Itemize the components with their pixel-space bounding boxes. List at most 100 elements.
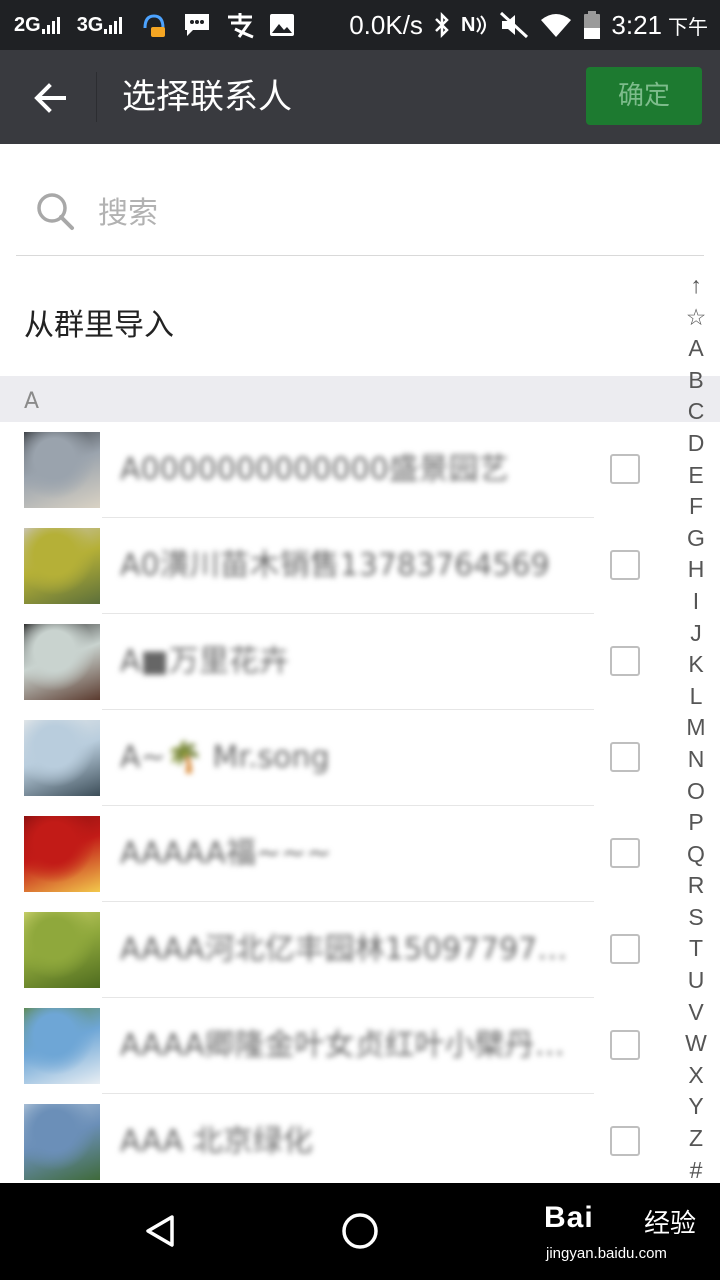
contact-name: AAAAA福~~~ xyxy=(120,836,332,871)
contact-name: A~🌴 Mr.song xyxy=(120,740,330,775)
select-checkbox[interactable] xyxy=(610,454,640,484)
title-divider xyxy=(96,72,97,122)
search-icon xyxy=(37,193,74,230)
index-letter[interactable]: Z xyxy=(676,1123,716,1155)
nfc-icon: N xyxy=(461,14,489,37)
back-arrow-icon xyxy=(34,83,66,113)
index-letter[interactable]: D xyxy=(676,428,716,460)
avatar xyxy=(24,1104,100,1180)
select-checkbox[interactable] xyxy=(610,742,640,772)
avatar xyxy=(24,528,100,604)
index-letter[interactable]: C xyxy=(676,396,716,428)
contact-row[interactable]: A0潢川苗木销售13783764569 xyxy=(0,518,664,614)
signal-3g-label: 3G xyxy=(76,13,104,36)
index-letter[interactable]: F xyxy=(676,491,716,523)
section-letter: A xyxy=(24,389,40,414)
clock-ampm: 下午 xyxy=(668,16,708,39)
net-speed: 0.0K/s xyxy=(349,9,423,40)
index-letter[interactable]: I xyxy=(676,586,716,618)
bluetooth-icon xyxy=(433,11,451,39)
avatar xyxy=(24,912,100,988)
index-letter[interactable]: Q xyxy=(676,839,716,871)
contact-name: A■万里花卉 xyxy=(120,644,289,679)
index-letter[interactable]: Y xyxy=(676,1091,716,1123)
watermark-logo: Bai xyxy=(544,1201,594,1234)
index-letter[interactable]: O xyxy=(676,776,716,808)
contact-list: A0000000000000盛景园艺 A0潢川苗木销售13783764569 A… xyxy=(0,422,664,1190)
avatar xyxy=(24,816,100,892)
mute-icon xyxy=(499,11,529,39)
index-letter[interactable]: B xyxy=(676,365,716,397)
index-letter[interactable]: M xyxy=(676,712,716,744)
wifi-icon xyxy=(539,11,573,39)
watermark-suffix: 经验 xyxy=(644,1209,697,1239)
index-letter[interactable]: S xyxy=(676,902,716,934)
alphabet-index[interactable]: ↑ ☆ A B C D E F G H I J K L M N O P Q R S T U V W X Y Z # xyxy=(676,270,716,1186)
title-bar: 选择联系人 确定 xyxy=(0,50,720,144)
index-letter[interactable]: H xyxy=(676,554,716,586)
navigation-bar: Bai 经验 jingyan.baidu.com xyxy=(0,1183,720,1280)
message-icon xyxy=(183,12,211,38)
chat-bot-icon xyxy=(139,10,169,40)
index-letter[interactable]: A xyxy=(676,333,716,365)
import-from-group[interactable]: 从群里导入 xyxy=(0,256,660,376)
nfc-label: N xyxy=(460,13,476,36)
index-letter[interactable]: ☆ xyxy=(676,302,716,334)
contact-row[interactable]: AAA 北京绿化 xyxy=(0,1094,664,1190)
index-letter[interactable]: K xyxy=(676,649,716,681)
avatar xyxy=(24,1008,100,1084)
contact-name: AAAA卿隆金叶女贞红叶小檗丹… xyxy=(120,1028,565,1063)
index-letter[interactable]: ↑ xyxy=(676,270,716,302)
index-letter[interactable]: E xyxy=(676,460,716,492)
section-header-a: A xyxy=(0,376,720,422)
nav-back-icon[interactable] xyxy=(140,1211,180,1251)
select-checkbox[interactable] xyxy=(610,550,640,580)
status-right: 0.0K/s N 3:21 下午 xyxy=(349,0,708,50)
index-letter[interactable]: P xyxy=(676,807,716,839)
contact-row[interactable]: A0000000000000盛景园艺 xyxy=(0,422,664,518)
select-checkbox[interactable] xyxy=(610,1126,640,1156)
back-button[interactable] xyxy=(30,78,70,118)
index-letter[interactable]: L xyxy=(676,681,716,713)
avatar xyxy=(24,432,100,508)
battery-icon xyxy=(583,10,601,40)
index-letter[interactable]: V xyxy=(676,997,716,1029)
index-letter[interactable]: G xyxy=(676,523,716,555)
search-input[interactable] xyxy=(96,192,660,234)
contact-row[interactable]: A~🌴 Mr.song xyxy=(0,710,664,806)
image-icon xyxy=(269,13,295,37)
search-bar xyxy=(16,170,704,256)
select-checkbox[interactable] xyxy=(610,1030,640,1060)
index-letter[interactable]: X xyxy=(676,1060,716,1092)
index-letter[interactable]: N xyxy=(676,744,716,776)
signal-2g-icon: 2G xyxy=(14,14,63,37)
contact-row[interactable]: AAAA河北亿丰园林150977976… xyxy=(0,902,664,998)
signal-3g-icon: 3G xyxy=(77,14,126,37)
avatar xyxy=(24,624,100,700)
index-letter[interactable]: W xyxy=(676,1028,716,1060)
select-checkbox[interactable] xyxy=(610,934,640,964)
select-checkbox[interactable] xyxy=(610,838,640,868)
confirm-button[interactable]: 确定 xyxy=(586,67,702,125)
status-left: 2G 3G xyxy=(14,0,295,50)
contact-name: AAA 北京绿化 xyxy=(120,1124,313,1159)
contact-row[interactable]: A■万里花卉 xyxy=(0,614,664,710)
contact-row[interactable]: AAAAA福~~~ xyxy=(0,806,664,902)
index-letter[interactable]: U xyxy=(676,965,716,997)
import-from-group-label: 从群里导入 xyxy=(24,308,174,343)
index-letter[interactable]: # xyxy=(676,1155,716,1187)
nav-home-icon[interactable] xyxy=(340,1211,380,1251)
avatar xyxy=(24,720,100,796)
index-letter[interactable]: T xyxy=(676,933,716,965)
contact-name: AAAA河北亿丰园林150977976… xyxy=(120,932,580,967)
contact-name: A0潢川苗木销售13783764569 xyxy=(120,548,550,583)
index-letter[interactable]: J xyxy=(676,618,716,650)
page-title: 选择联系人 xyxy=(122,77,292,117)
status-bar: 2G 3G 0.0K/s N 3:21 下午 xyxy=(0,0,720,50)
clock: 3:21 xyxy=(611,9,662,40)
contact-row[interactable]: AAAA卿隆金叶女贞红叶小檗丹… xyxy=(0,998,664,1094)
contact-name: A0000000000000盛景园艺 xyxy=(120,452,509,487)
baidu-jingyan-watermark: Bai 经验 jingyan.baidu.com xyxy=(540,1195,710,1275)
select-checkbox[interactable] xyxy=(610,646,640,676)
index-letter[interactable]: R xyxy=(676,870,716,902)
